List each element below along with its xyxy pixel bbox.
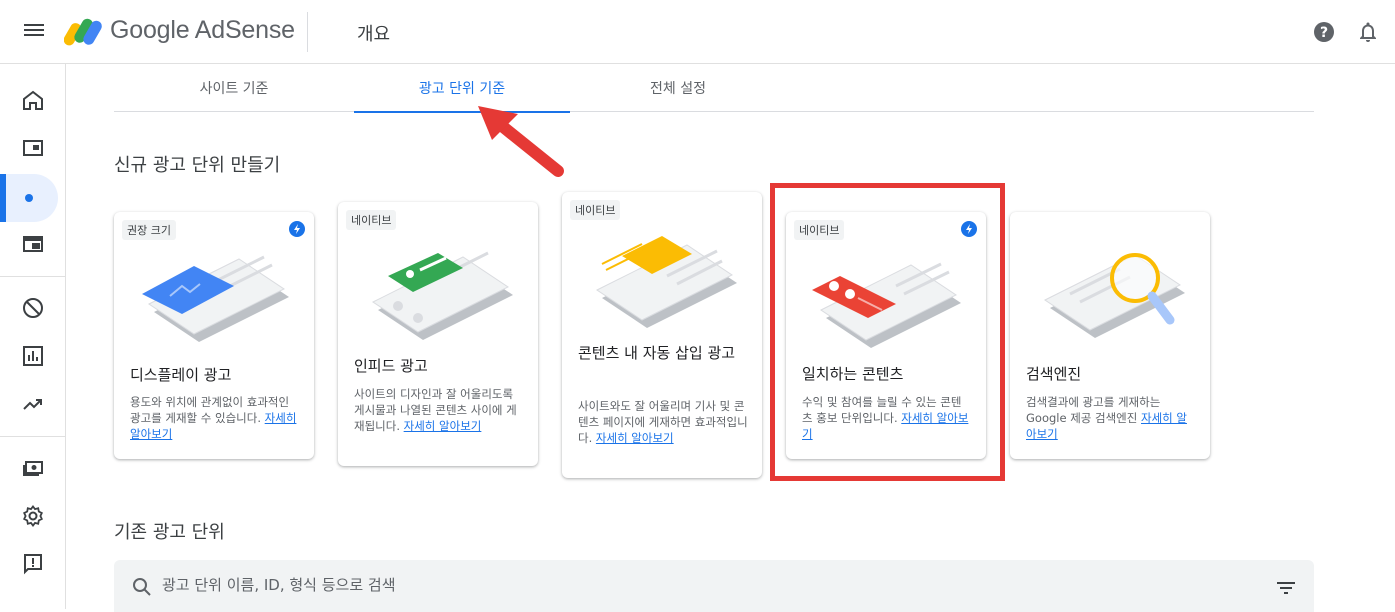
card-title: 일치하는 콘텐츠	[802, 365, 904, 383]
search-engine-illustration	[1044, 253, 1185, 338]
optimize-icon[interactable]	[0, 382, 66, 426]
search-input[interactable]	[162, 570, 1242, 600]
card-badge: 권장 크기	[122, 220, 176, 240]
learn-more-link[interactable]: 자세히 알아보기	[596, 431, 674, 445]
brand-name: Google AdSense	[110, 16, 295, 44]
home-icon[interactable]	[0, 78, 66, 122]
header-divider	[307, 12, 308, 52]
card-badge: 네이티브	[346, 210, 397, 230]
reports-icon[interactable]	[0, 334, 66, 378]
page-title: 개요	[357, 24, 391, 45]
new-ad-unit-heading: 신규 광고 단위 만들기	[114, 155, 281, 176]
card-badge: 네이티브	[570, 200, 621, 220]
sites-icon[interactable]	[0, 126, 66, 170]
payments-icon[interactable]	[0, 446, 66, 490]
block-icon[interactable]	[0, 286, 66, 330]
bolt-icon	[289, 221, 305, 237]
in-article-illustration	[596, 236, 737, 328]
tab-bar: 사이트 기준 광고 단위 기준 전체 설정	[114, 64, 1314, 113]
search-icon	[133, 578, 151, 596]
svg-text:?: ?	[1320, 25, 1328, 41]
in-feed-ads-card[interactable]: 네이티브 인피드 광고 사이트의 디자인과 잘 어울리도록 게시물과 나열된 콘…	[338, 202, 538, 466]
top-bar: Google AdSense 개요 ?	[0, 0, 1395, 64]
sidebar-divider	[0, 276, 66, 277]
feedback-icon[interactable]	[0, 542, 66, 586]
help-icon[interactable]: ?	[1312, 20, 1336, 44]
card-badge: 네이티브	[794, 220, 845, 240]
matched-content-illustration	[812, 262, 961, 348]
tab-global-settings[interactable]: 전체 설정	[570, 64, 786, 112]
tab-site[interactable]: 사이트 기준	[114, 64, 354, 112]
card-description: 사이트의 디자인과 잘 어울리도록 게시물과 나열된 콘텐츠 사이에 게재됩니다…	[354, 387, 517, 433]
sidebar	[0, 64, 66, 609]
display-ad-illustration	[142, 255, 289, 342]
display-ads-card[interactable]: 권장 크기 디스플레이 광고 용도와 위치에 관계없이 효과적인 광고를 게재할…	[114, 212, 314, 459]
card-description: 용도와 위치에 관계없이 효과적인 광고를 게재할 수 있습니다. 자세히 알아…	[130, 395, 297, 441]
settings-icon[interactable]	[0, 494, 66, 538]
card-description: 수익 및 참여를 늘릴 수 있는 콘텐츠 홍보 단위입니다. 자세히 알아보기	[802, 395, 969, 441]
bell-icon[interactable]	[1356, 20, 1380, 44]
auto-ads-icon[interactable]	[0, 222, 66, 266]
filter-icon[interactable]	[1274, 576, 1298, 600]
adsense-logo	[64, 18, 102, 46]
bolt-icon	[961, 221, 977, 237]
existing-ad-units-heading: 기존 광고 단위	[114, 522, 225, 543]
search-bar	[114, 560, 1314, 612]
in-feed-illustration	[372, 251, 513, 340]
sidebar-divider	[0, 436, 66, 437]
learn-more-link[interactable]: 자세히 알아보기	[404, 419, 482, 433]
menu-icon[interactable]	[22, 21, 46, 43]
card-title: 콘텐츠 내 자동 삽입 광고	[578, 344, 736, 362]
ads-icon[interactable]	[0, 174, 58, 222]
card-description: 사이트와도 잘 어울리며 기사 및 콘텐츠 페이지에 게재하면 효과적입니다. …	[578, 399, 748, 445]
card-title: 검색엔진	[1026, 365, 1082, 383]
tab-ad-unit[interactable]: 광고 단위 기준	[354, 64, 570, 113]
matched-content-card[interactable]: 네이티브 일치하는 콘텐츠 수익 및 참여를 늘릴 수 있는 콘텐츠 홍보 단위…	[786, 212, 986, 459]
card-description: 검색결과에 광고를 게재하는 Google 제공 검색엔진 자세히 알아보기	[1026, 395, 1187, 441]
search-engine-card[interactable]: 검색엔진 검색결과에 광고를 게재하는 Google 제공 검색엔진 자세히 알…	[1010, 212, 1210, 459]
card-title: 인피드 광고	[354, 357, 428, 375]
in-article-ads-card[interactable]: 네이티브 콘텐츠 내 자동 삽입 광고 사이트와도 잘 어울리며 기사 및 콘텐…	[562, 192, 762, 478]
card-title: 디스플레이 광고	[130, 366, 232, 384]
